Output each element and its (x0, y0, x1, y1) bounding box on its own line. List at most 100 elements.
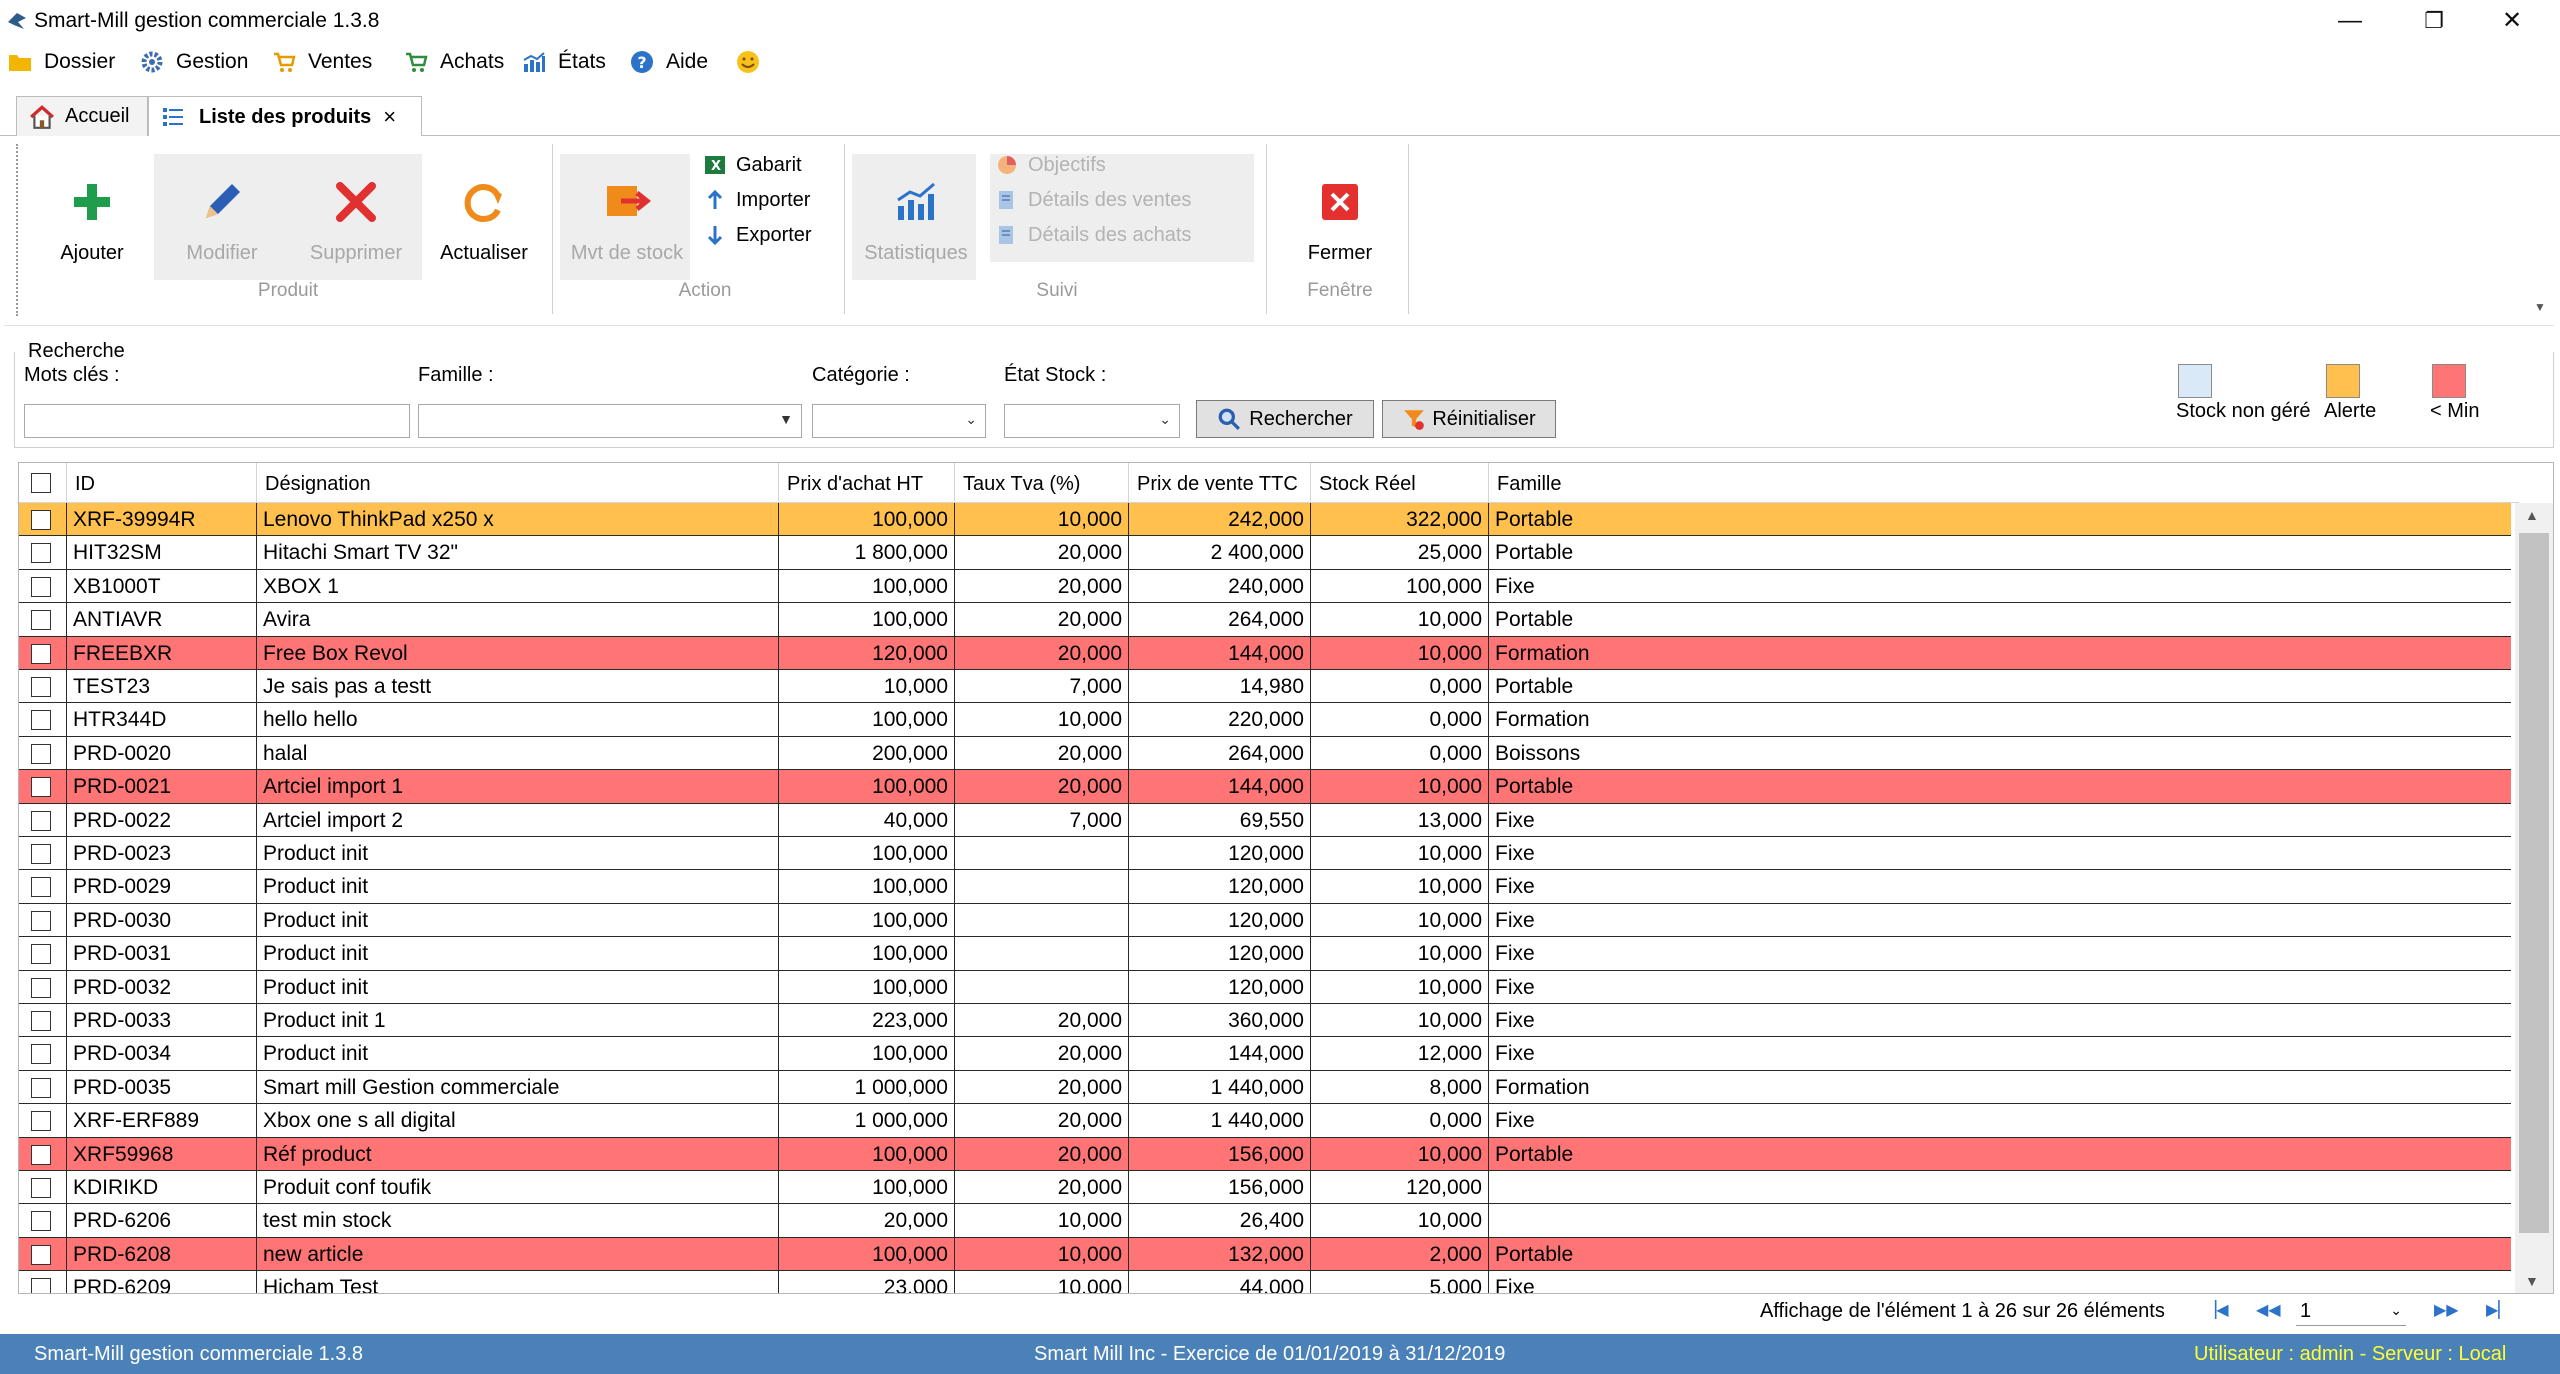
row-checkbox[interactable] (31, 877, 51, 898)
column-header-famille[interactable]: Famille (1489, 463, 2515, 503)
table-row[interactable]: HTR344D hello hello 100,000 10,000 220,000 0,… (19, 703, 2511, 737)
scroll-up-icon[interactable]: ▲ (2525, 507, 2539, 523)
tab-liste-produits[interactable]: Liste des produits × (148, 96, 422, 137)
table-row[interactable]: ANTIAVR Avira 100,000 20,000 264,000 10,000 Po… (19, 603, 2511, 637)
next-page-icon[interactable]: ▶▶ (2434, 1300, 2459, 1320)
row-checkbox[interactable] (31, 944, 51, 965)
table-row[interactable]: PRD-0021 Artciel import 1 100,000 20,000 144… (19, 770, 2511, 804)
row-checkbox[interactable] (31, 1011, 51, 1031)
row-checkbox[interactable] (31, 910, 51, 931)
scrollbar-thumb[interactable] (2519, 533, 2549, 1233)
table-row[interactable]: PRD-6208 new article 100,000 10,000 132,000 2… (19, 1237, 2511, 1272)
row-checkbox[interactable] (31, 844, 51, 864)
row-checkbox[interactable] (31, 1077, 51, 1098)
menu-label: Ventes (308, 50, 373, 73)
fermer-button[interactable]: Fermer (1276, 176, 1404, 265)
table-row[interactable]: PRD-0022 Artciel import 2 40,000 7,000 69,55… (19, 803, 2511, 837)
table-row[interactable]: PRD-6209 Hicham Test 23,000 10,000 44,000 5,0… (19, 1271, 2511, 1293)
row-checkbox[interactable] (31, 1044, 51, 1065)
column-header-stock[interactable]: Stock Réel (1311, 463, 1489, 503)
menu-ventes[interactable]: Ventes (272, 42, 372, 82)
vertical-scrollbar[interactable]: ▲ ▼ (2515, 503, 2553, 1293)
table-row[interactable]: PRD-0020 halal 200,000 20,000 264,000 0,000 Bo… (19, 736, 2511, 771)
row-checkbox[interactable] (31, 743, 51, 764)
page-select[interactable]: 1 ⌄ (2296, 1298, 2406, 1326)
table-row[interactable]: PRD-0023 Product init 100,000 120,000 10,000… (19, 837, 2511, 871)
etat-stock-select[interactable]: ⌄ (1004, 404, 1180, 438)
ajouter-button[interactable]: Ajouter (34, 176, 150, 265)
table-row[interactable]: PRD-0035 Smart mill Gestion commerciale 1 … (19, 1070, 2511, 1105)
tab-accueil[interactable]: Accueil (16, 96, 148, 136)
row-checkbox[interactable] (31, 1144, 51, 1165)
details-achats-button[interactable]: Détails des achats (996, 220, 1191, 250)
row-checkbox[interactable] (31, 810, 51, 831)
row-checkbox[interactable] (31, 1278, 51, 1293)
row-checkbox[interactable] (31, 1111, 51, 1132)
column-header-designation[interactable]: Désignation (257, 463, 779, 503)
column-header-tva[interactable]: Taux Tva (%) (955, 463, 1129, 503)
row-checkbox[interactable] (31, 1244, 51, 1265)
actualiser-button[interactable]: Actualiser (428, 176, 540, 265)
keywords-input[interactable] (24, 404, 410, 438)
scroll-down-icon[interactable]: ▼ (2525, 1273, 2539, 1289)
ribbon-collapse-icon[interactable]: ▼ (2534, 300, 2546, 314)
table-row[interactable]: PRD-0029 Product init 100,000 120,000 10,000… (19, 870, 2511, 904)
exporter-button[interactable]: Exporter (704, 220, 812, 250)
modifier-button[interactable]: Modifier (160, 176, 284, 265)
last-page-icon[interactable]: ▶▏ (2486, 1300, 2511, 1320)
row-checkbox[interactable] (31, 977, 51, 998)
row-checkbox[interactable] (31, 1178, 51, 1198)
table-row[interactable]: XRF59968 Réf product 100,000 20,000 156,000 1… (19, 1137, 2511, 1171)
menu-dossier[interactable]: Dossier (8, 42, 115, 82)
row-checkbox[interactable] (31, 710, 51, 731)
previous-page-icon[interactable]: ◀◀ (2256, 1300, 2281, 1320)
tab-close-icon[interactable]: × (383, 104, 396, 130)
row-checkbox[interactable] (31, 1211, 51, 1232)
restore-button[interactable]: ❐ (2396, 0, 2472, 42)
table-row[interactable]: PRD-6206 test min stock 20,000 10,000 26,400… (19, 1204, 2511, 1238)
details-ventes-button[interactable]: Détails des ventes (996, 185, 1191, 215)
statistiques-button[interactable]: Statistiques (852, 176, 980, 265)
table-row[interactable]: PRD-0032 Product init 100,000 120,000 10,000… (19, 970, 2511, 1004)
mvt-stock-button[interactable]: Mvt de stock (560, 176, 694, 265)
table-row[interactable]: FREEBXR Free Box Revol 120,000 20,000 144,00… (19, 636, 2511, 670)
table-row[interactable]: PRD-0030 Product init 100,000 120,000 10,000… (19, 903, 2511, 938)
famille-select[interactable]: ▼ (418, 404, 802, 438)
importer-button[interactable]: Importer (704, 185, 810, 215)
row-checkbox[interactable] (31, 677, 51, 697)
row-checkbox[interactable] (31, 643, 51, 664)
table-row[interactable]: XRF-39994R Lenovo ThinkPad x250 x 100,000 1… (19, 503, 2511, 537)
objectifs-button[interactable]: Objectifs (996, 150, 1106, 180)
table-row[interactable]: KDIRIKD Produit conf toufik 100,000 20,000 1… (19, 1171, 2511, 1205)
menu-etats[interactable]: États (522, 42, 606, 82)
row-checkbox[interactable] (31, 610, 51, 631)
table-row[interactable]: PRD-0034 Product init 100,000 20,000 144,000… (19, 1037, 2511, 1071)
minimize-button[interactable]: — (2312, 0, 2388, 42)
select-all-checkbox[interactable] (31, 473, 51, 493)
cell-famille: Formation (1495, 1075, 1590, 1099)
menu-achats[interactable]: Achats (404, 42, 504, 82)
table-row[interactable]: HIT32SM Hitachi Smart TV 32" 1 800,000 20,0… (19, 536, 2511, 570)
column-header-prix-achat[interactable]: Prix d'achat HT (779, 463, 955, 503)
row-checkbox[interactable] (31, 576, 51, 597)
table-row[interactable]: PRD-0033 Product init 1 223,000 20,000 360,0… (19, 1004, 2511, 1038)
row-checkbox[interactable] (31, 510, 51, 530)
table-row[interactable]: PRD-0031 Product init 100,000 120,000 10,000… (19, 937, 2511, 971)
reinitialiser-button[interactable]: Réinitialiser (1382, 400, 1556, 438)
supprimer-button[interactable]: Supprimer (294, 176, 418, 265)
rechercher-button[interactable]: Rechercher (1196, 400, 1374, 438)
column-header-prix-vente[interactable]: Prix de vente TTC (1129, 463, 1311, 503)
menu-smiley[interactable] (736, 42, 772, 82)
categorie-select[interactable]: ⌄ (812, 404, 986, 438)
gabarit-button[interactable]: X Gabarit (704, 150, 802, 180)
close-window-button[interactable]: ✕ (2474, 0, 2550, 42)
row-checkbox[interactable] (31, 543, 51, 564)
row-checkbox[interactable] (31, 777, 51, 798)
first-page-icon[interactable]: ▕◀ (2204, 1300, 2229, 1320)
table-row[interactable]: XB1000T XBOX 1 100,000 20,000 240,000 100,000… (19, 569, 2511, 604)
menu-aide[interactable]: ? Aide (630, 42, 708, 82)
table-row[interactable]: XRF-ERF889 Xbox one s all digital 1 000,00… (19, 1104, 2511, 1138)
menu-gestion[interactable]: Gestion (140, 42, 248, 82)
column-header-id[interactable]: ID (67, 463, 257, 503)
table-row[interactable]: TEST23 Je sais pas a testt 10,000 7,000 14,9… (19, 670, 2511, 704)
